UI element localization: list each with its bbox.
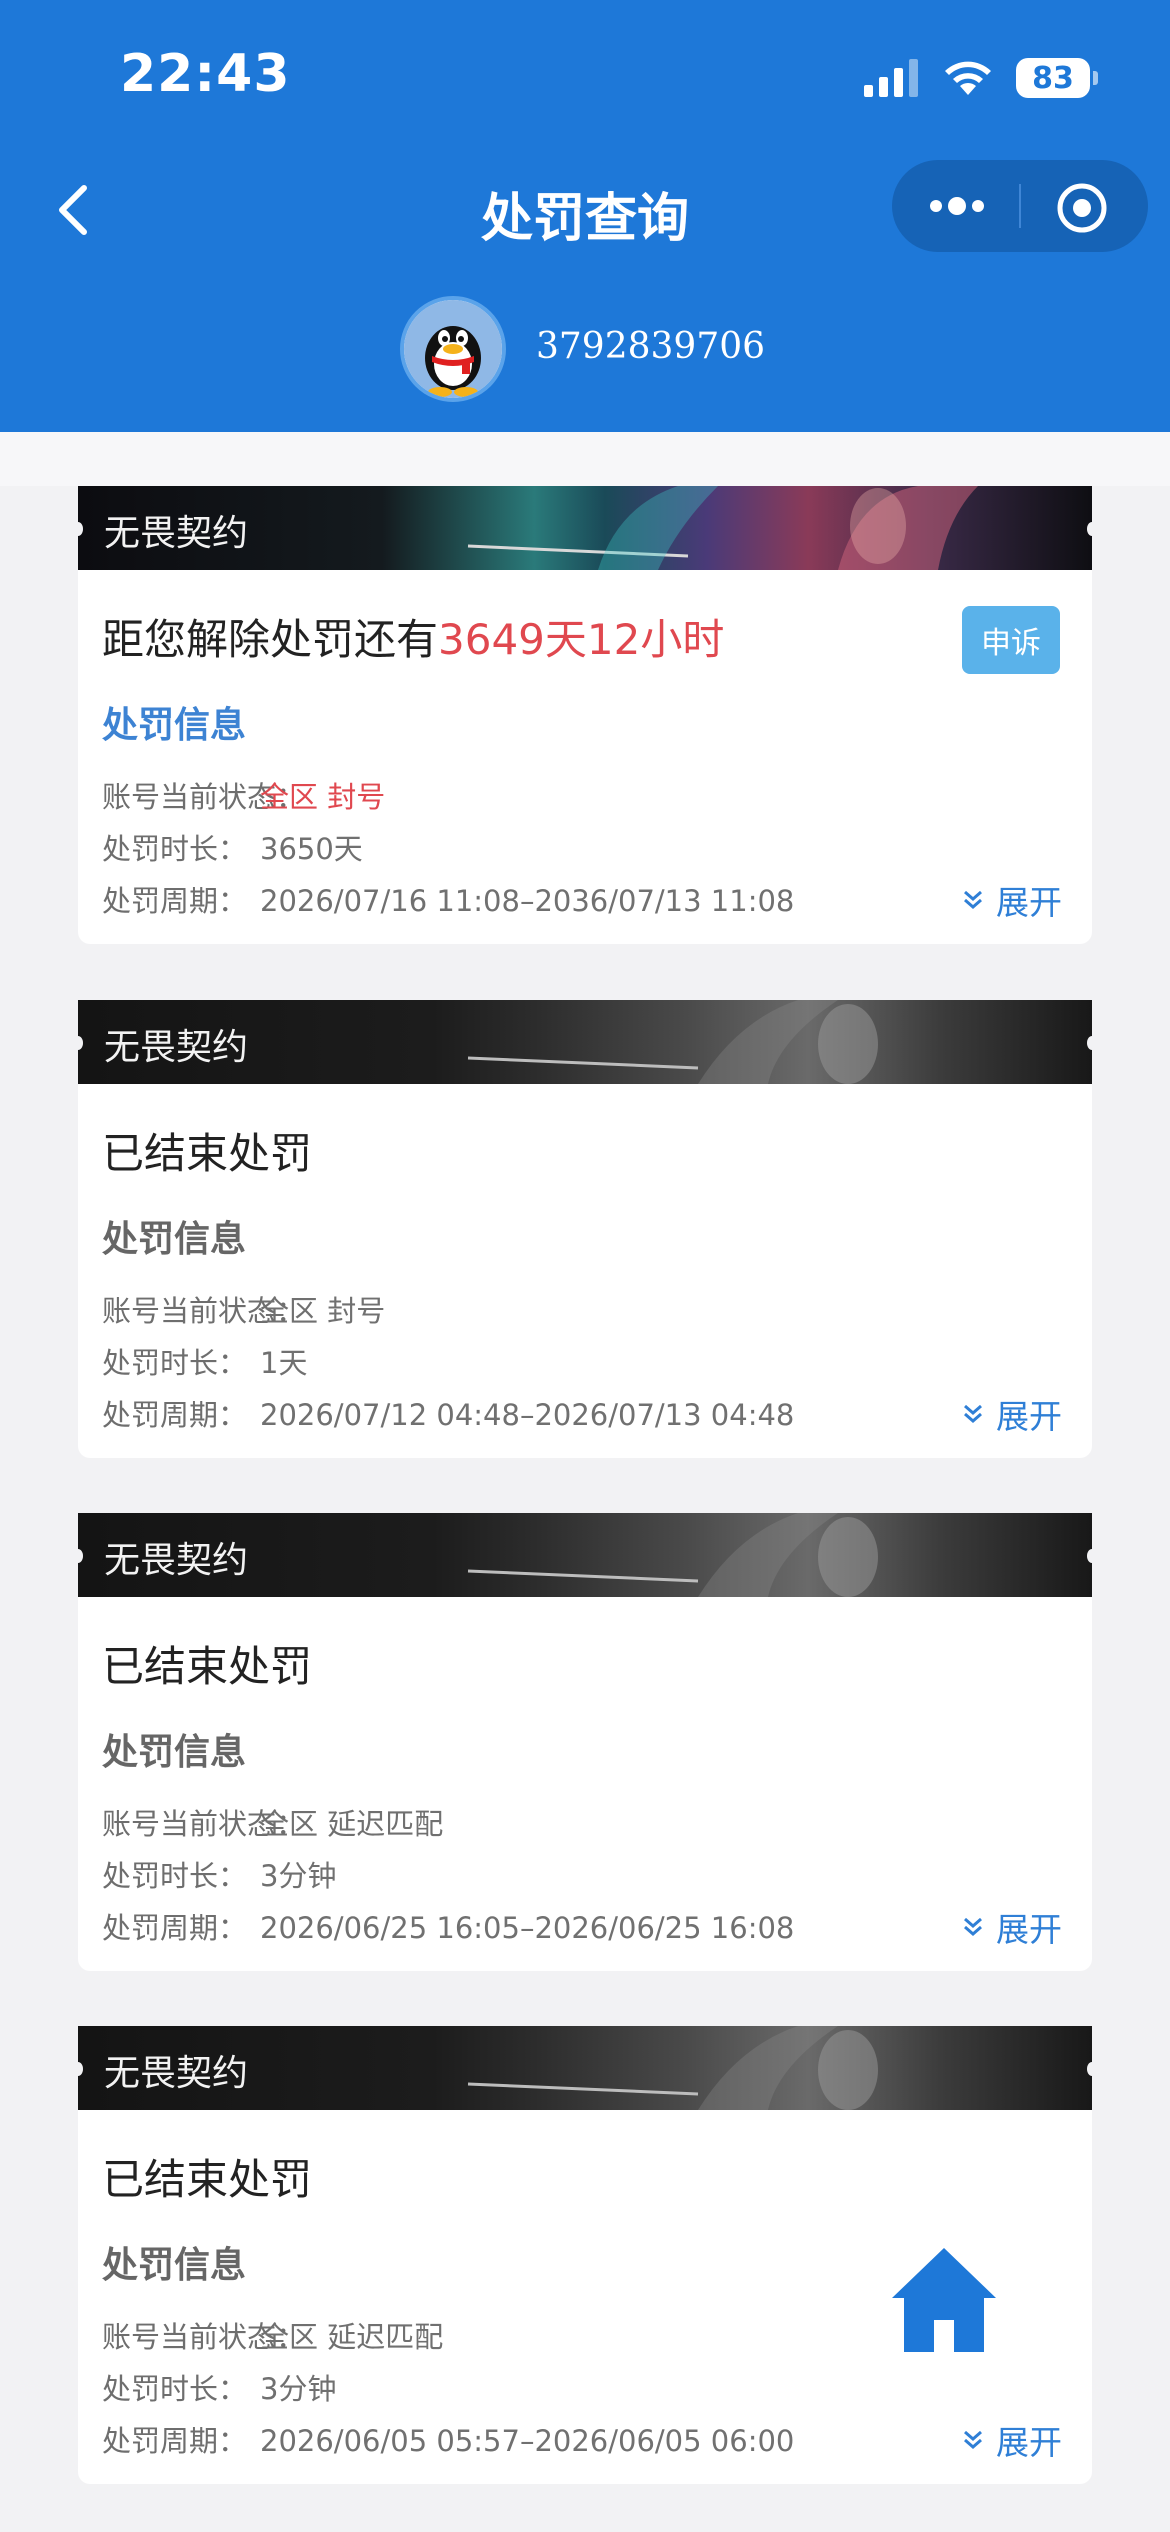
duration-label: 处罚时长： — [102, 2372, 248, 2406]
penalty-card: 无畏契约 已结束处罚 处罚信息 账号当前状态：全区 封号 处罚时长： 1天 处罚周… — [78, 1000, 1092, 1458]
status-value: 全区 延迟匹配 — [260, 2320, 444, 2354]
status-row: 账号当前状态：全区 封号 — [102, 774, 385, 816]
game-name: 无畏契约 — [104, 513, 249, 554]
nav-bar: 处罚查询 — [0, 150, 1170, 270]
expand-label: 展开 — [996, 1397, 1062, 1436]
double-chevron-down-icon — [964, 2430, 982, 2449]
penalty-card: 无畏契约 已结束处罚 处罚信息 账号当前状态：全区 延迟匹配 处罚时长： 3分钟 … — [78, 1513, 1092, 1971]
double-chevron-down-icon — [964, 1917, 982, 1936]
status-bar: 22:43 83 — [0, 0, 1170, 150]
banner-notch — [1087, 1036, 1092, 1050]
header: 22:43 83 处罚查询 3792839706 — [0, 0, 1170, 432]
title-prefix: 距您解除处罚还有 — [102, 615, 439, 664]
battery-icon: 83 — [1016, 58, 1098, 98]
status-row: 账号当前状态：全区 延迟匹配 — [102, 2314, 443, 2356]
period-label: 处罚周期： — [102, 1911, 248, 1945]
ended-title: 已结束处罚 — [102, 1129, 313, 1178]
period-row: 处罚周期： 2026/06/05 05:57–2026/06/05 06:00 — [102, 2418, 794, 2460]
period-row: 处罚周期： 2026/07/12 04:48–2026/07/13 04:48 — [102, 1392, 794, 1434]
game-name: 无畏契约 — [104, 2053, 249, 2094]
period-value: 2026/07/12 04:48–2026/07/13 04:48 — [260, 1398, 795, 1432]
duration-value: 1天 — [260, 1346, 308, 1380]
period-label: 处罚周期： — [102, 1398, 248, 1432]
status-value: 全区 延迟匹配 — [260, 1807, 444, 1841]
wifi-icon — [945, 61, 991, 95]
period-row: 处罚周期： 2026/07/16 11:08–2036/07/13 11:08 — [102, 878, 794, 920]
banner-notch — [1087, 1549, 1092, 1563]
status-row: 账号当前状态：全区 延迟匹配 — [102, 1801, 443, 1843]
duration-row: 处罚时长： 3分钟 — [102, 1853, 336, 1895]
expand-button[interactable]: 展开 — [962, 2416, 1062, 2464]
close-miniprogram-icon[interactable] — [1054, 180, 1110, 236]
duration-row: 处罚时长： 3650天 — [102, 826, 363, 868]
period-row: 处罚周期： 2026/06/25 16:05–2026/06/25 16:08 — [102, 1905, 794, 1947]
duration-value: 3650天 — [260, 832, 363, 866]
duration-label: 处罚时长： — [102, 832, 248, 866]
status-label: 账号当前状态： — [102, 780, 306, 814]
status-time: 22:43 — [120, 44, 291, 104]
duration-label: 处罚时长： — [102, 1859, 248, 1893]
duration-row: 处罚时长： 3分钟 — [102, 2366, 336, 2408]
avatar — [400, 296, 506, 402]
status-value: 全区 封号 — [260, 1294, 386, 1328]
mini-program-capsule — [892, 160, 1148, 252]
banner-notch — [1087, 522, 1092, 536]
user-id: 3792839706 — [536, 326, 766, 367]
user-row: 3792839706 — [0, 296, 1170, 406]
section-title: 处罚信息 — [102, 2245, 247, 2286]
remaining-time: 3649天12小时 — [438, 615, 725, 664]
period-label: 处罚周期： — [102, 884, 248, 918]
period-value: 2026/06/25 16:05–2026/06/25 16:08 — [260, 1911, 795, 1945]
status-label: 账号当前状态： — [102, 2320, 306, 2354]
period-label: 处罚周期： — [102, 2424, 248, 2458]
cellular-signal-icon — [864, 59, 918, 97]
game-banner: 无畏契约 — [78, 486, 1092, 570]
qq-penguin-icon — [404, 300, 502, 398]
expand-label: 展开 — [996, 1910, 1062, 1949]
status-row: 账号当前状态：全区 封号 — [102, 1288, 385, 1330]
game-banner: 无畏契约 — [78, 2026, 1092, 2110]
expand-button[interactable]: 展开 — [962, 1903, 1062, 1951]
ended-title: 已结束处罚 — [102, 1642, 313, 1691]
game-banner: 无畏契约 — [78, 1000, 1092, 1084]
expand-label: 展开 — [996, 883, 1062, 922]
status-value: 全区 封号 — [260, 780, 386, 814]
status-label: 账号当前状态： — [102, 1807, 306, 1841]
double-chevron-down-icon — [964, 1404, 982, 1423]
appeal-button[interactable]: 申诉 — [962, 606, 1060, 674]
capsule-divider — [1019, 184, 1021, 228]
game-name: 无畏契约 — [104, 1027, 249, 1068]
divider-strip — [0, 432, 1170, 486]
game-name: 无畏契约 — [104, 1540, 249, 1581]
ended-title: 已结束处罚 — [102, 2155, 313, 2204]
duration-label: 处罚时长： — [102, 1346, 248, 1380]
double-chevron-down-icon — [964, 890, 982, 909]
period-value: 2026/07/16 11:08–2036/07/13 11:08 — [260, 884, 795, 918]
duration-value: 3分钟 — [260, 2372, 337, 2406]
duration-row: 处罚时长： 1天 — [102, 1340, 307, 1382]
section-title: 处罚信息 — [102, 705, 247, 746]
more-icon[interactable] — [922, 182, 992, 230]
penalty-card: 无畏契约 距您解除处罚还有3649天12小时 申诉 处罚信息 账号当前状态：全区… — [78, 486, 1092, 944]
banner-notch — [1087, 2062, 1092, 2076]
game-banner: 无畏契约 — [78, 1513, 1092, 1597]
status-icons: 83 — [864, 56, 1098, 100]
remaining-time-title: 距您解除处罚还有3649天12小时 — [102, 606, 724, 667]
expand-button[interactable]: 展开 — [962, 876, 1062, 924]
home-icon[interactable] — [888, 2242, 1000, 2354]
section-title: 处罚信息 — [102, 1219, 247, 1260]
expand-button[interactable]: 展开 — [962, 1390, 1062, 1438]
section-title: 处罚信息 — [102, 1732, 247, 1773]
period-value: 2026/06/05 05:57–2026/06/05 06:00 — [260, 2424, 795, 2458]
expand-label: 展开 — [996, 2423, 1062, 2462]
status-label: 账号当前状态： — [102, 1294, 306, 1328]
duration-value: 3分钟 — [260, 1859, 337, 1893]
